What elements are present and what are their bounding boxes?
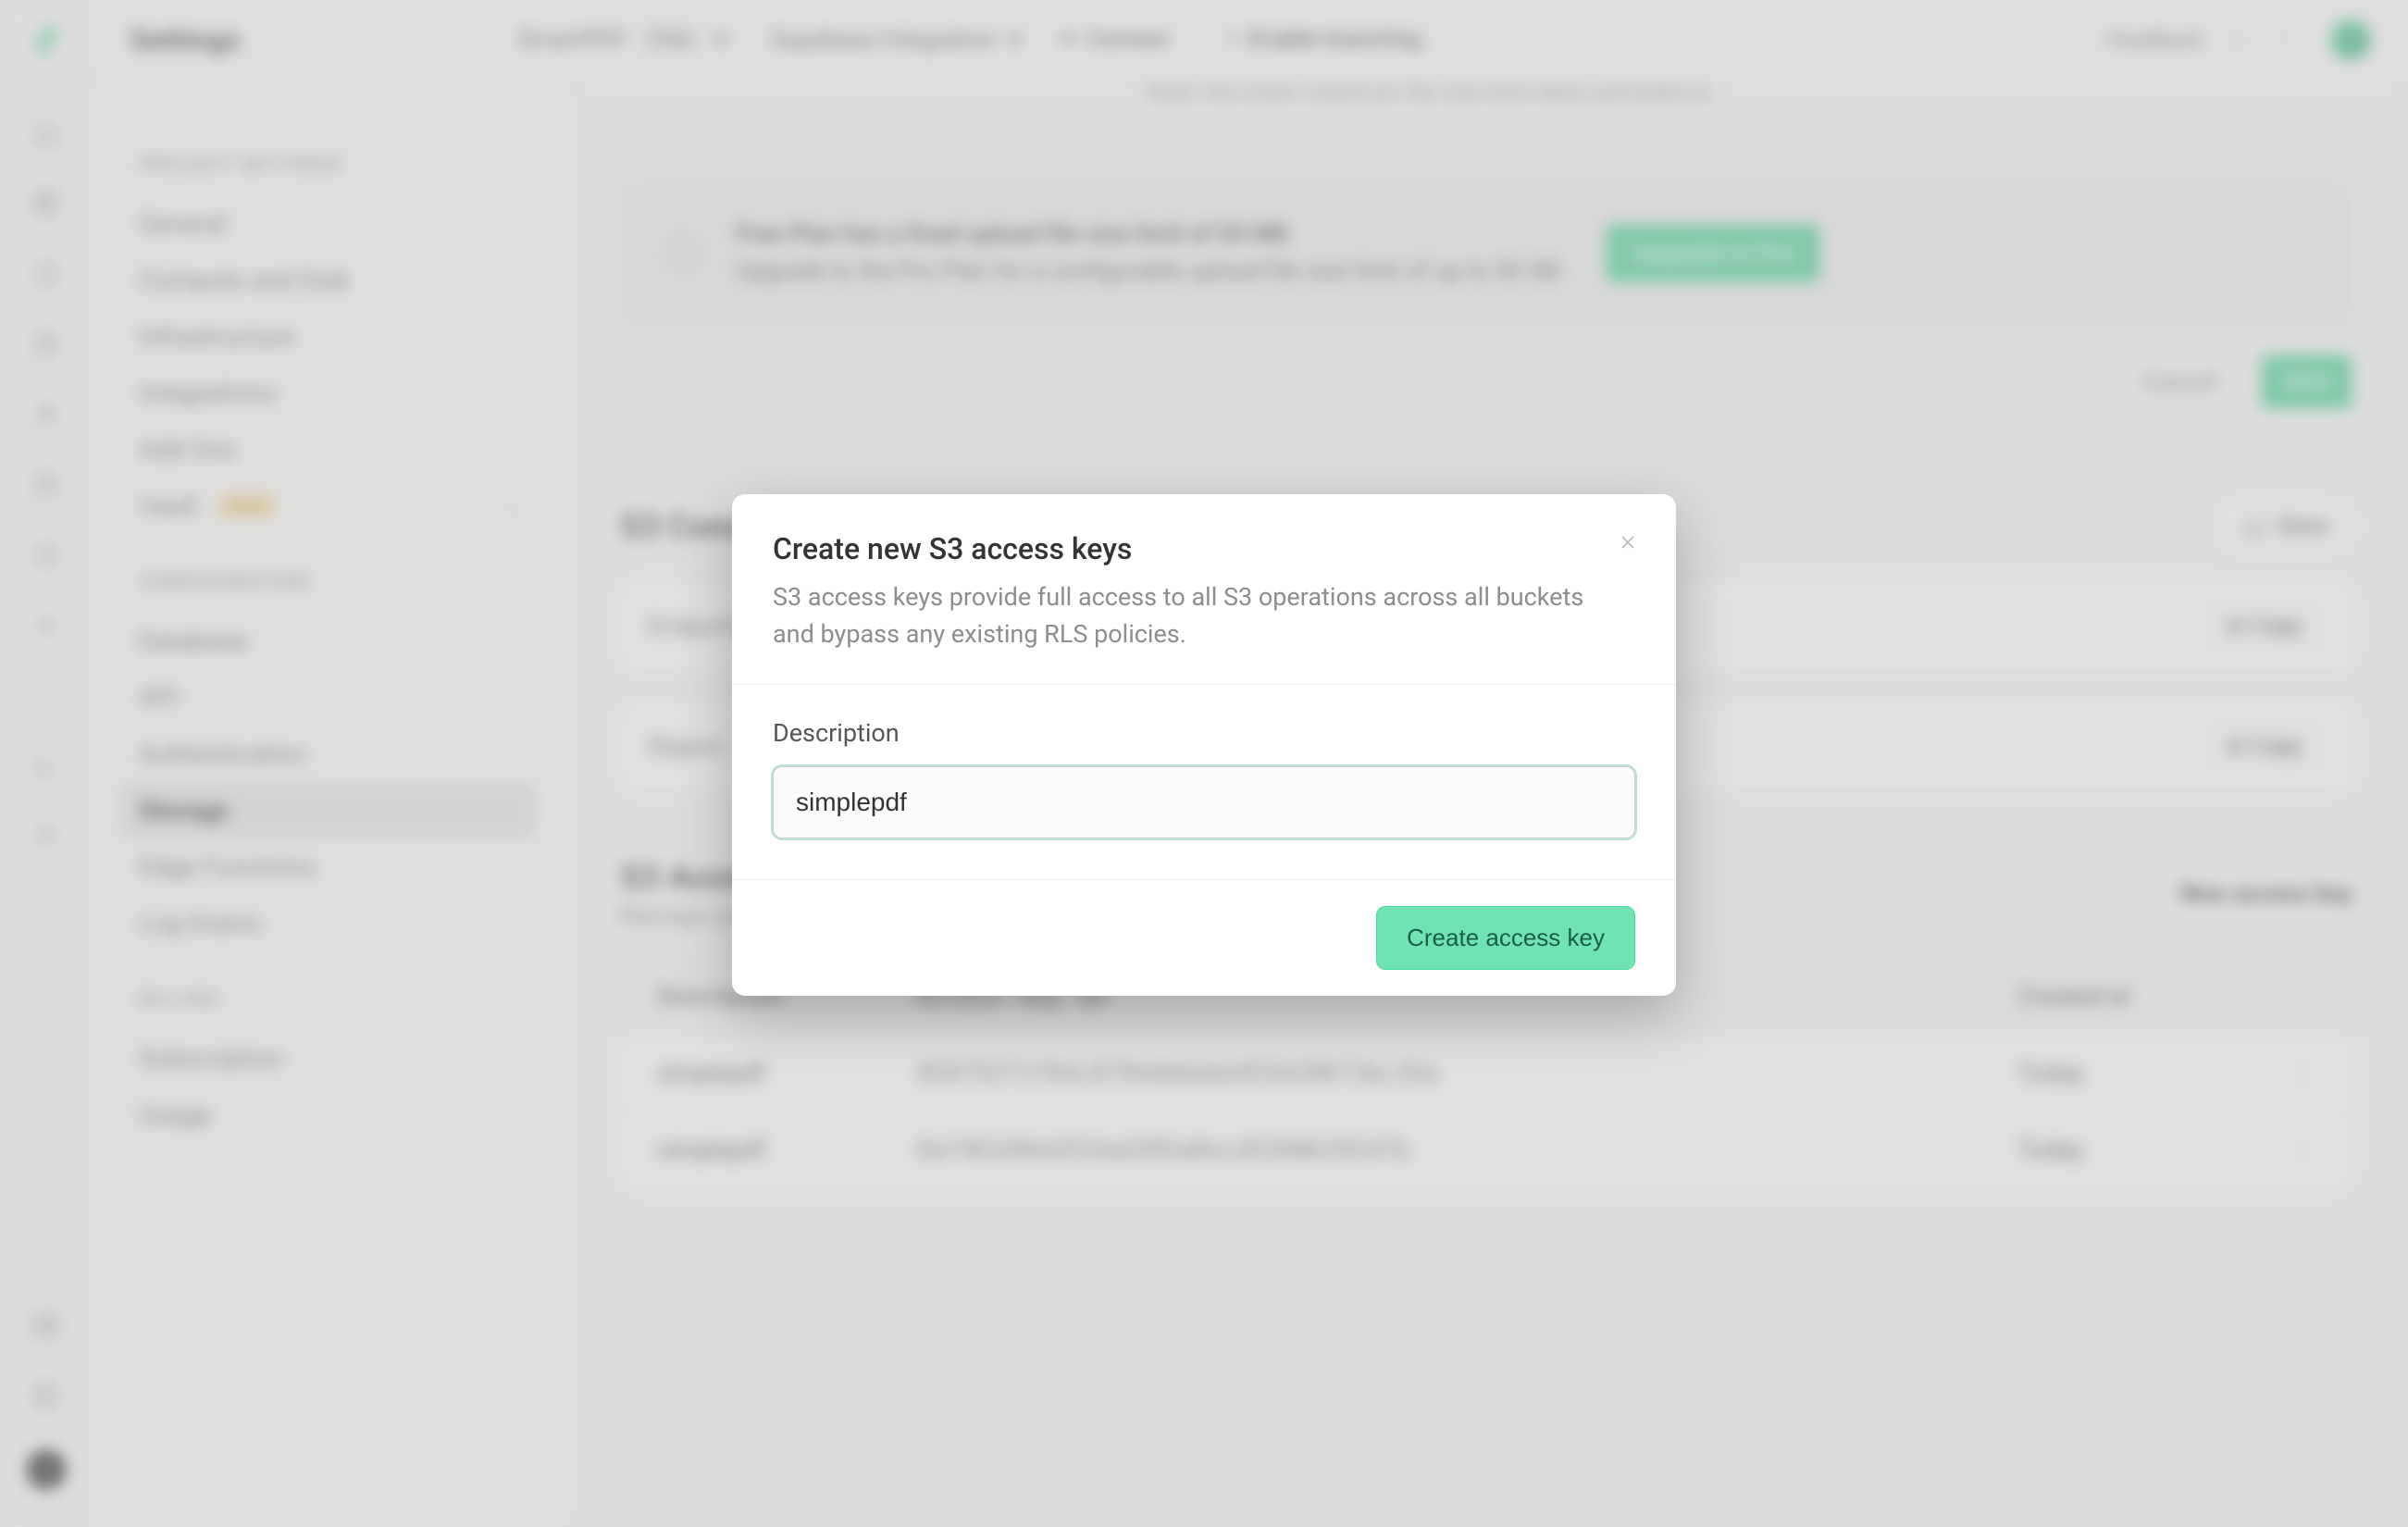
close-icon[interactable] xyxy=(1613,528,1643,557)
modal-description: S3 access keys provide full access to al… xyxy=(773,579,1606,652)
description-label: Description xyxy=(773,718,1635,748)
modal-overlay[interactable]: Create new S3 access keys S3 access keys… xyxy=(0,0,2408,1527)
create-access-key-button[interactable]: Create access key xyxy=(1376,906,1635,970)
modal-title: Create new S3 access keys xyxy=(773,531,1635,566)
description-input[interactable] xyxy=(773,766,1635,838)
create-s3-key-modal: Create new S3 access keys S3 access keys… xyxy=(732,494,1676,995)
